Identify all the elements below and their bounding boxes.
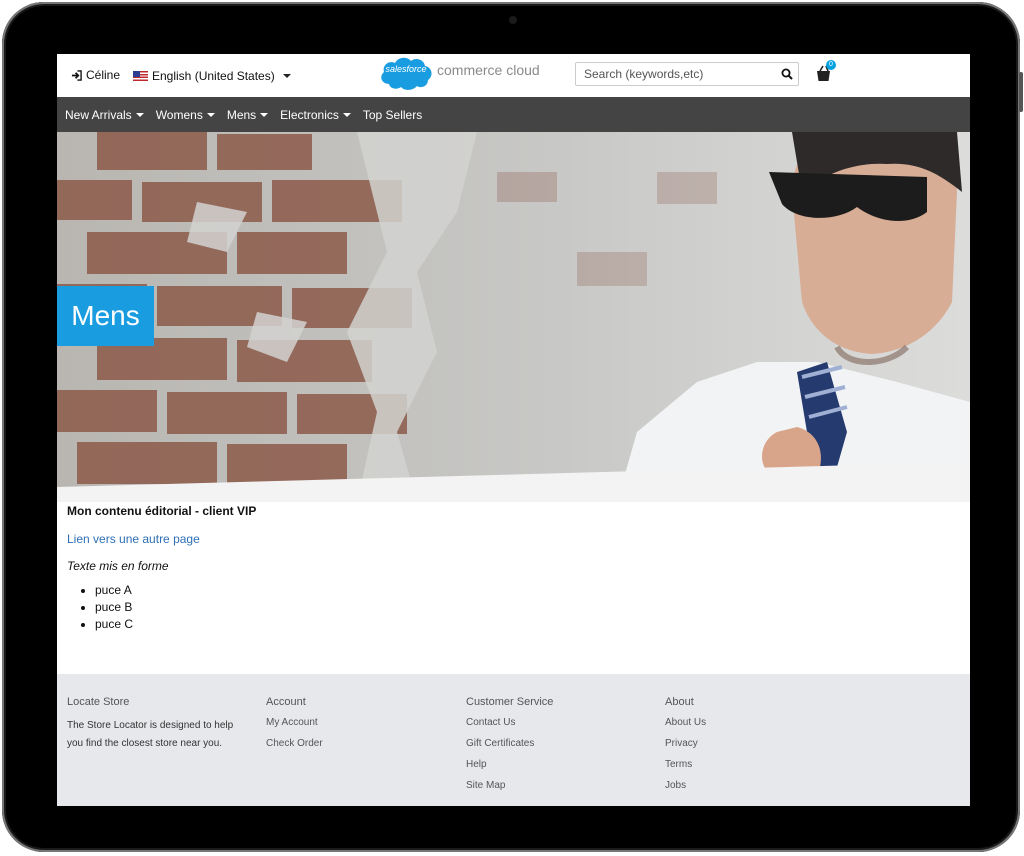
footer-heading: Account bbox=[266, 696, 306, 708]
nav-label: New Arrivals bbox=[65, 107, 132, 122]
footer-link-help[interactable]: Help bbox=[466, 759, 553, 770]
language-label: English (United States) bbox=[152, 69, 275, 83]
camera-icon bbox=[509, 16, 517, 24]
salesforce-cloud-logo: salesforce bbox=[377, 54, 435, 92]
nav-label: Electronics bbox=[280, 107, 339, 122]
nav-item-electronics[interactable]: Electronics bbox=[280, 108, 351, 122]
search-bar bbox=[575, 62, 799, 86]
nav-item-mens[interactable]: Mens bbox=[226, 107, 269, 122]
footer-customer-service: Customer Service Contact Us Gift Certifi… bbox=[466, 696, 553, 801]
tablet-frame: Céline English (United States) salesforc… bbox=[2, 2, 1023, 852]
side-button bbox=[1019, 72, 1023, 112]
content-link[interactable]: Lien vers une autre page bbox=[67, 532, 200, 546]
nav-label: Mens bbox=[226, 107, 257, 122]
logo-text: commerce cloud bbox=[437, 62, 540, 78]
main-navigation: New Arrivals Womens Mens Electronics Top… bbox=[57, 97, 970, 132]
nav-label: Womens bbox=[155, 107, 203, 122]
chevron-down-icon bbox=[206, 112, 215, 117]
footer-heading: Customer Service bbox=[466, 696, 554, 708]
footer-link-check-order[interactable]: Check Order bbox=[266, 738, 323, 749]
bullet-list: puce A puce B puce C bbox=[67, 582, 133, 633]
search-icon bbox=[781, 68, 793, 80]
chevron-down-icon bbox=[342, 112, 351, 117]
hero-image bbox=[57, 132, 970, 502]
content-title: Mon contenu éditorial - client VIP bbox=[67, 504, 257, 518]
footer-link-about-us[interactable]: About Us bbox=[665, 717, 706, 728]
footer-link-contact-us[interactable]: Contact Us bbox=[466, 717, 553, 728]
list-item: puce C bbox=[95, 616, 133, 633]
site-footer: Locate Store The Store Locator is design… bbox=[57, 674, 970, 806]
list-item: puce A bbox=[95, 582, 133, 599]
footer-link-my-account[interactable]: My Account bbox=[266, 717, 323, 728]
hero-title: Mens bbox=[57, 286, 154, 346]
brand-logo[interactable]: salesforce commerce cloud bbox=[377, 54, 540, 92]
footer-description: The Store Locator is designed to help yo… bbox=[67, 720, 234, 749]
list-item: puce B bbox=[95, 599, 133, 616]
hero-banner: Mens bbox=[57, 132, 970, 502]
search-input[interactable] bbox=[576, 67, 776, 81]
content-italic-text: Texte mis en forme bbox=[67, 559, 169, 573]
browser-screen: Céline English (United States) salesforc… bbox=[57, 54, 970, 806]
site-header: Céline English (United States) salesforc… bbox=[57, 54, 970, 97]
search-button[interactable] bbox=[776, 63, 798, 85]
footer-heading: Locate Store bbox=[67, 696, 130, 708]
footer-account: Account My Account Check Order bbox=[266, 696, 323, 759]
nav-item-top-sellers[interactable]: Top Sellers bbox=[363, 108, 422, 122]
us-flag-icon bbox=[133, 71, 148, 81]
footer-link-jobs[interactable]: Jobs bbox=[665, 780, 706, 791]
footer-link-privacy[interactable]: Privacy bbox=[665, 738, 706, 749]
footer-link-gift-certificates[interactable]: Gift Certificates bbox=[466, 738, 553, 749]
user-name: Céline bbox=[86, 68, 121, 82]
nav-label: Top Sellers bbox=[362, 107, 423, 122]
footer-locate-store: Locate Store The Store Locator is design… bbox=[67, 696, 247, 753]
footer-link-terms[interactable]: Terms bbox=[665, 759, 706, 770]
footer-link-site-map[interactable]: Site Map bbox=[466, 780, 553, 791]
footer-about: About About Us Privacy Terms Jobs bbox=[665, 696, 706, 801]
chevron-down-icon bbox=[135, 112, 144, 117]
logo-badge-text: salesforce bbox=[385, 64, 427, 74]
sign-in-icon bbox=[71, 69, 82, 81]
user-account-link[interactable]: Céline bbox=[71, 68, 120, 82]
cart-count-badge: 0 bbox=[826, 60, 836, 70]
chevron-down-icon bbox=[282, 74, 291, 78]
nav-item-new-arrivals[interactable]: New Arrivals bbox=[65, 108, 144, 122]
language-selector[interactable]: English (United States) bbox=[133, 69, 291, 83]
nav-item-womens[interactable]: Womens bbox=[156, 108, 215, 122]
footer-heading: About bbox=[665, 696, 694, 708]
chevron-down-icon bbox=[260, 112, 269, 117]
